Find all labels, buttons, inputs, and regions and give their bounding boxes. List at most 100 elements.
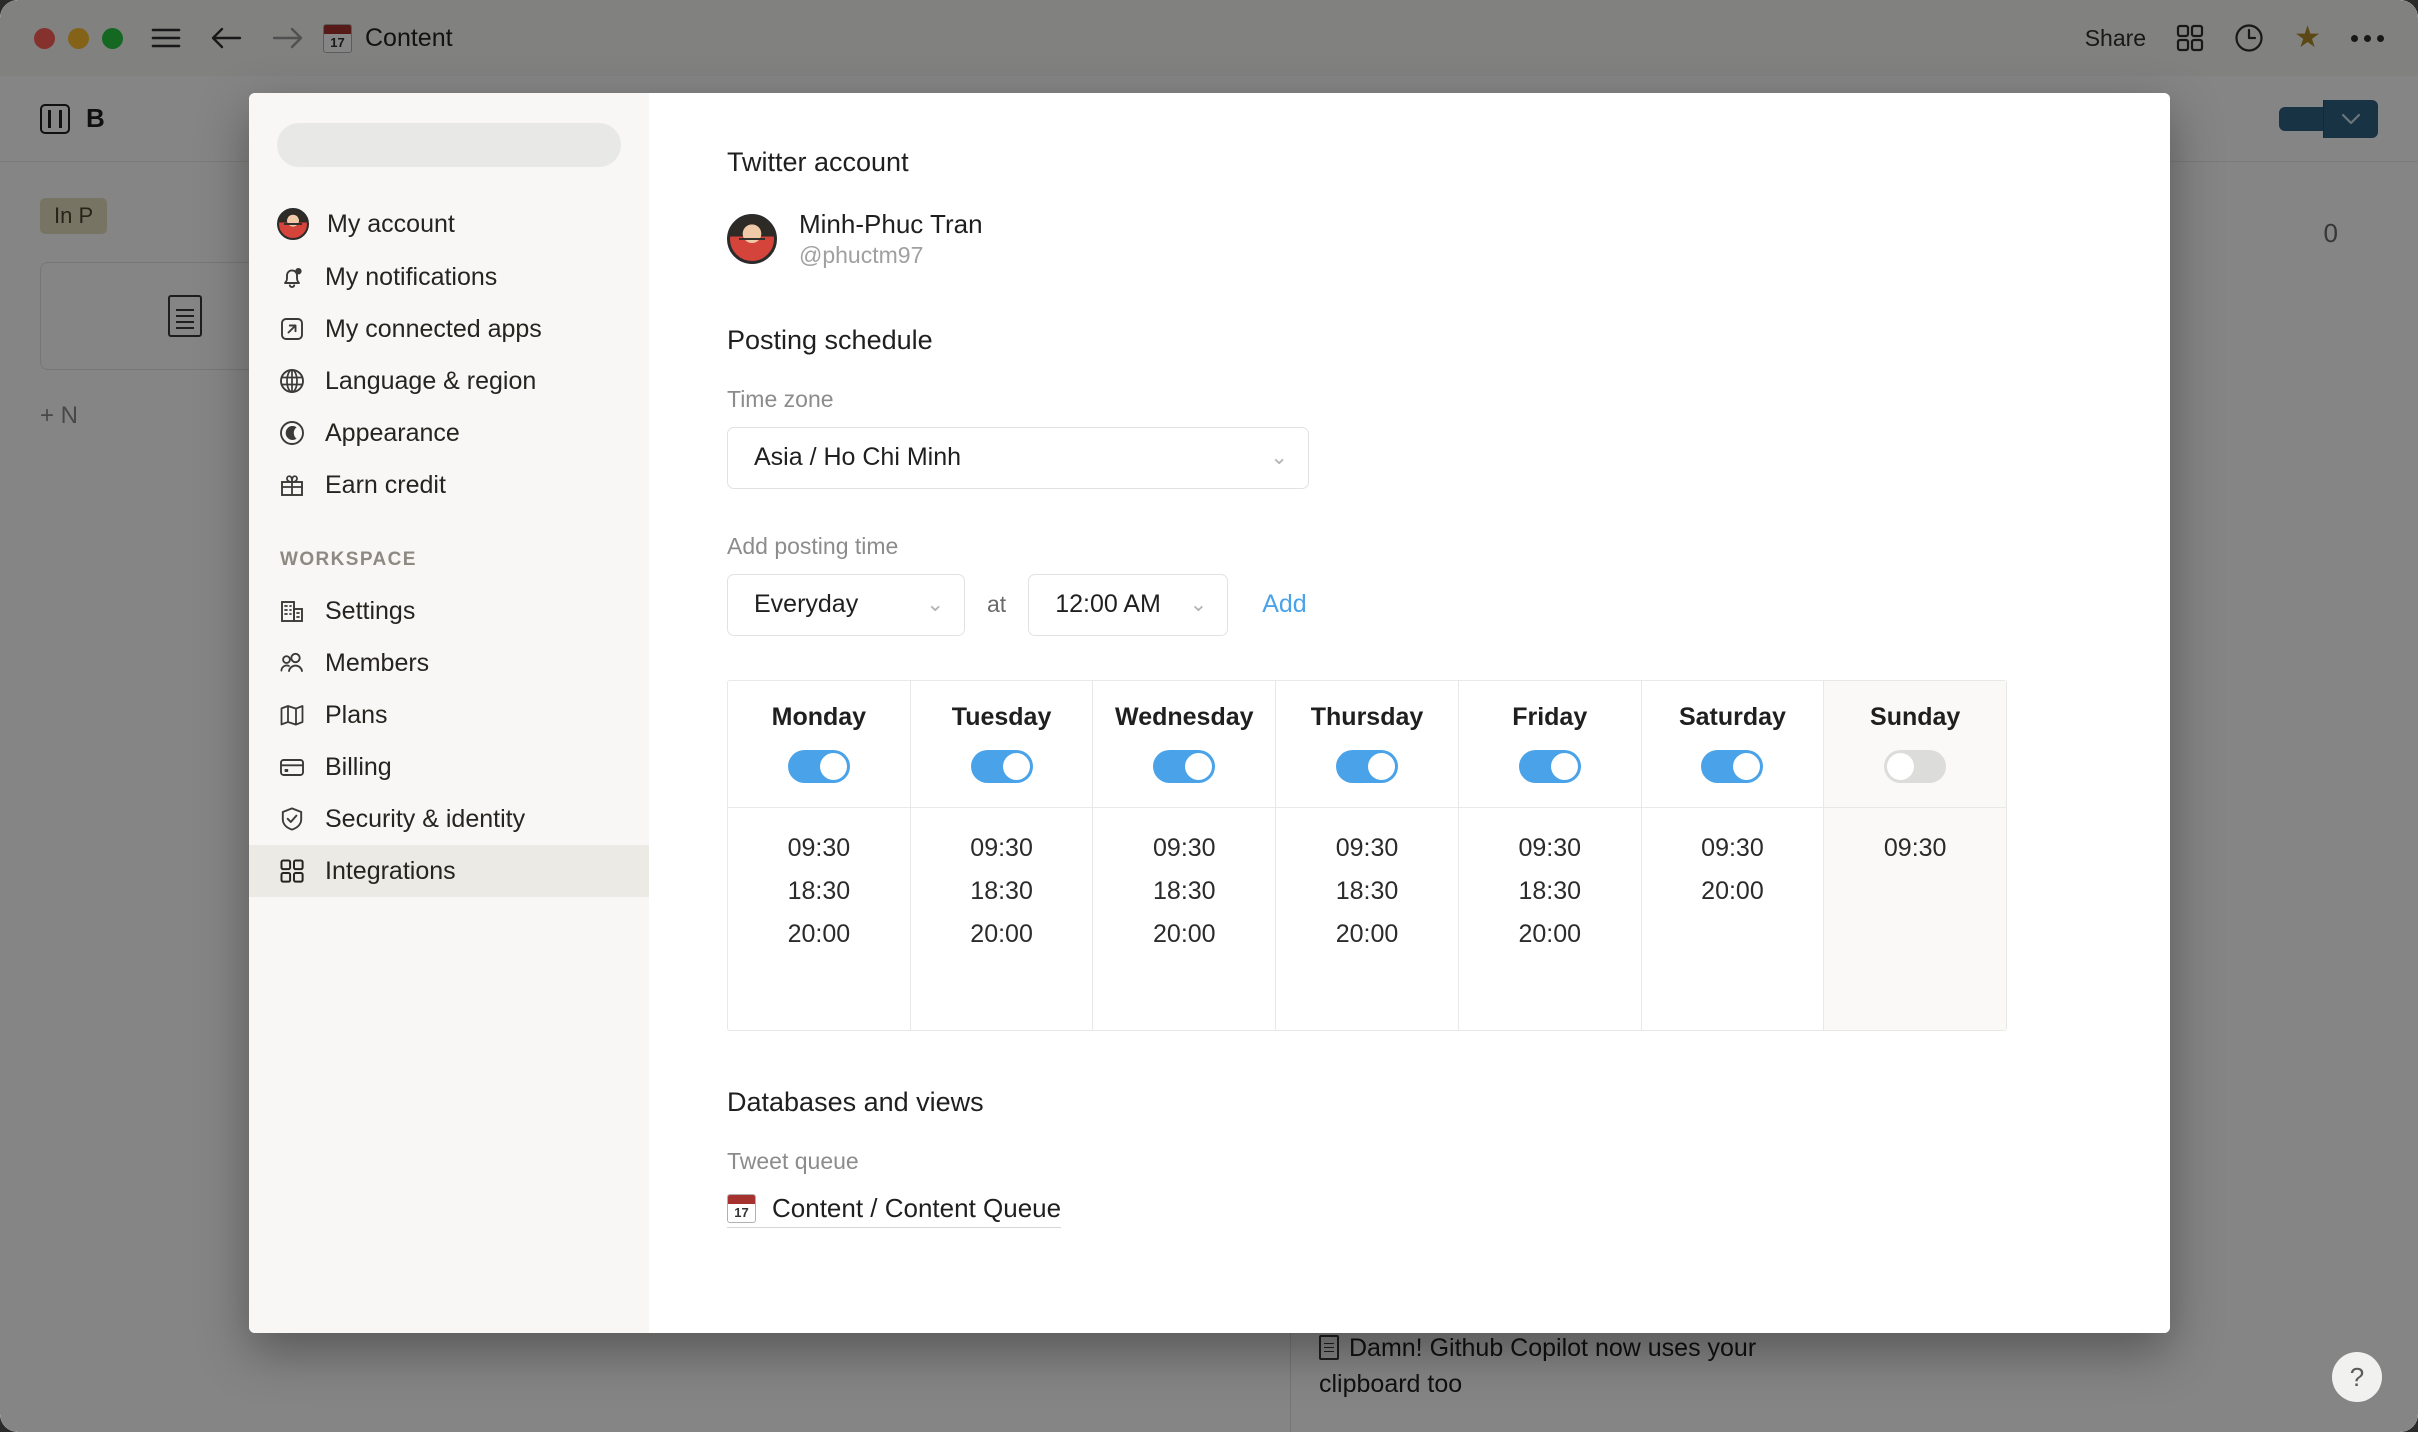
schedule-times-list: 09:30 20:00 [1642, 808, 1824, 1030]
schedule-time-item[interactable]: 09:30 [1701, 834, 1764, 863]
calendar-emoji-icon: 17 [727, 1194, 756, 1223]
schedule-time-item[interactable]: 18:30 [970, 877, 1033, 906]
day-toggle[interactable] [1336, 750, 1398, 783]
schedule-time-item[interactable]: 20:00 [1336, 920, 1399, 949]
time-select-value: 12:00 AM [1055, 590, 1161, 619]
app-window: B In P 0 + N Damn! Github Copilot now us… [0, 0, 2418, 1432]
schedule-time-item[interactable]: 18:30 [788, 877, 851, 906]
sidebar-item-label: Settings [325, 597, 415, 626]
schedule-time-item[interactable]: 09:30 [1518, 834, 1581, 863]
sidebar-item-label: My account [327, 210, 455, 239]
day-toggle[interactable] [788, 750, 850, 783]
add-button[interactable]: Add [1262, 590, 1306, 619]
sidebar-item-label: Language & region [325, 367, 536, 396]
schedule-time-item[interactable]: 20:00 [1701, 877, 1764, 906]
sidebar-item-settings[interactable]: Settings [249, 585, 649, 637]
schedule-column-tuesday: Tuesday 09:30 18:30 20:00 [911, 681, 1094, 1030]
sidebar-section-workspace: WORKSPACE [249, 511, 649, 585]
day-name: Monday [772, 703, 866, 732]
day-toggle[interactable] [1153, 750, 1215, 783]
sidebar-item-my-notifications[interactable]: My notifications [249, 251, 649, 303]
sidebar-item-language-region[interactable]: Language & region [249, 355, 649, 407]
account-name: Minh-Phuc Tran [799, 208, 983, 241]
schedule-times-list: 09:30 18:30 20:00 [728, 808, 910, 1030]
schedule-time-item[interactable]: 09:30 [1153, 834, 1216, 863]
schedule-column-saturday: Saturday 09:30 20:00 [1642, 681, 1825, 1030]
tweet-queue-link-label: Content / Content Queue [772, 1193, 1061, 1224]
schedule-time-item[interactable]: 09:30 [1336, 834, 1399, 863]
globe-icon [277, 366, 307, 396]
sidebar-item-label: My notifications [325, 263, 497, 292]
schedule-time-item[interactable]: 18:30 [1336, 877, 1399, 906]
schedule-column-friday: Friday 09:30 18:30 20:00 [1459, 681, 1642, 1030]
day-select[interactable]: Everyday ⌄ [727, 574, 965, 636]
schedule-time-item[interactable]: 20:00 [788, 920, 851, 949]
schedule-column-monday: Monday 09:30 18:30 20:00 [728, 681, 911, 1030]
people-icon [277, 648, 307, 678]
sidebar-item-label: My connected apps [325, 315, 542, 344]
schedule-column-header: Friday [1459, 681, 1641, 808]
sidebar-item-label: Appearance [325, 419, 460, 448]
schedule-column-header: Thursday [1276, 681, 1458, 808]
sidebar-item-label: Billing [325, 753, 392, 782]
help-button[interactable]: ? [2332, 1352, 2382, 1402]
sidebar-item-earn-credit[interactable]: Earn credit [249, 459, 649, 511]
posting-schedule-table: Monday 09:30 18:30 20:00 Tuesday 09:30 18:30 20… [727, 680, 2007, 1031]
sidebar-item-my-connected-apps[interactable]: My connected apps [249, 303, 649, 355]
chevron-down-icon: ⌄ [926, 594, 944, 615]
day-toggle[interactable] [1701, 750, 1763, 783]
schedule-times-list: 09:30 [1824, 808, 2006, 1030]
day-toggle[interactable] [1519, 750, 1581, 783]
day-name: Tuesday [952, 703, 1052, 732]
grid-squares-icon [277, 856, 307, 886]
sidebar-item-label: Earn credit [325, 471, 446, 500]
shield-check-icon [277, 804, 307, 834]
day-toggle[interactable] [971, 750, 1033, 783]
credit-card-icon [277, 752, 307, 782]
timezone-select[interactable]: Asia / Ho Chi Minh ⌄ [727, 427, 1309, 489]
account-handle: @phuctm97 [799, 241, 983, 270]
schedule-time-item[interactable]: 20:00 [1153, 920, 1216, 949]
day-toggle[interactable] [1884, 750, 1946, 783]
settings-modal: My account My notifications [249, 93, 2170, 1333]
sidebar-item-label: Plans [325, 701, 388, 730]
schedule-column-header: Sunday [1824, 681, 2006, 808]
at-label: at [987, 591, 1006, 618]
sidebar-item-security-identity[interactable]: Security & identity [249, 793, 649, 845]
day-select-value: Everyday [754, 590, 858, 619]
time-select[interactable]: 12:00 AM ⌄ [1028, 574, 1228, 636]
schedule-column-sunday: Sunday 09:30 [1824, 681, 2006, 1030]
day-name: Sunday [1870, 703, 1960, 732]
schedule-time-item[interactable]: 20:00 [1518, 920, 1581, 949]
sidebar-item-plans[interactable]: Plans [249, 689, 649, 741]
sidebar-item-label: Members [325, 649, 429, 678]
schedule-time-item[interactable]: 18:30 [1153, 877, 1216, 906]
sidebar-item-members[interactable]: Members [249, 637, 649, 689]
sidebar-item-billing[interactable]: Billing [249, 741, 649, 793]
avatar [727, 214, 777, 264]
add-posting-time-label: Add posting time [727, 533, 2114, 560]
day-name: Wednesday [1115, 703, 1253, 732]
schedule-time-item[interactable]: 09:30 [1884, 834, 1947, 863]
timezone-label: Time zone [727, 386, 2114, 413]
user-avatar-icon [277, 208, 309, 240]
sidebar-item-appearance[interactable]: Appearance [249, 407, 649, 459]
sidebar-item-my-account[interactable]: My account [249, 197, 649, 251]
schedule-times-list: 09:30 18:30 20:00 [1459, 808, 1641, 1030]
chevron-down-icon: ⌄ [1270, 447, 1288, 468]
posting-schedule-heading: Posting schedule [727, 325, 2114, 356]
sidebar-item-label: Integrations [325, 857, 456, 886]
search-input[interactable] [277, 123, 621, 167]
tweet-queue-link[interactable]: 17 Content / Content Queue [727, 1193, 1061, 1228]
twitter-account-heading: Twitter account [727, 147, 2114, 178]
schedule-time-item[interactable]: 18:30 [1518, 877, 1581, 906]
schedule-time-item[interactable]: 09:30 [970, 834, 1033, 863]
schedule-time-item[interactable]: 09:30 [788, 834, 851, 863]
map-icon [277, 700, 307, 730]
sidebar-item-integrations[interactable]: Integrations [249, 845, 649, 897]
schedule-column-header: Saturday [1642, 681, 1824, 808]
moon-icon [277, 418, 307, 448]
schedule-times-list: 09:30 18:30 20:00 [1276, 808, 1458, 1030]
schedule-column-header: Tuesday [911, 681, 1093, 808]
schedule-time-item[interactable]: 20:00 [970, 920, 1033, 949]
